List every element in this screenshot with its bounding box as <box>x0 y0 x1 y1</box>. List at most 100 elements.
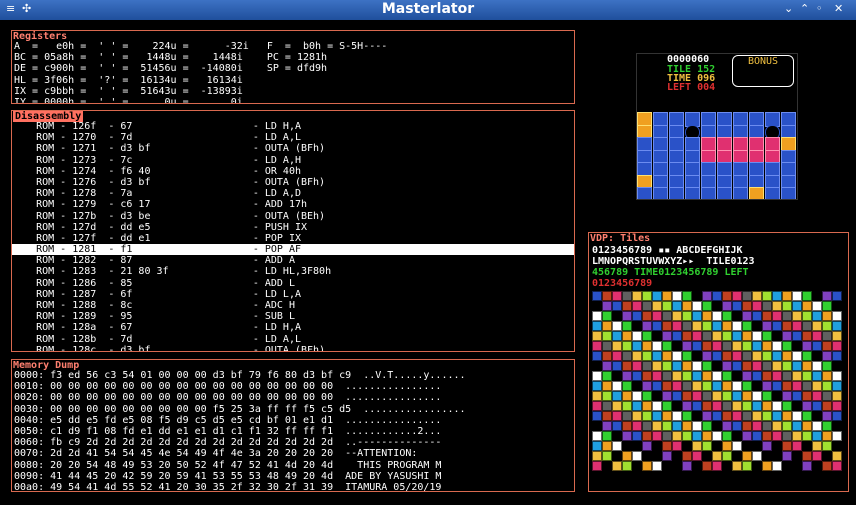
vdp-tile[interactable] <box>752 341 762 351</box>
vdp-tile[interactable] <box>722 391 732 401</box>
vdp-tile[interactable] <box>592 421 602 431</box>
vdp-tile[interactable] <box>612 451 622 461</box>
vdp-tile[interactable] <box>652 331 662 341</box>
vdp-tile[interactable] <box>762 331 772 341</box>
vdp-tile[interactable] <box>682 461 692 471</box>
vdp-tile[interactable] <box>782 441 792 451</box>
vdp-tile[interactable] <box>592 361 602 371</box>
disassembly-panel[interactable]: Disassembly ROM - 126f - 67 - LD H,A ROM… <box>11 110 575 352</box>
vdp-tile[interactable] <box>692 321 702 331</box>
vdp-tile[interactable] <box>682 311 692 321</box>
vdp-tile[interactable] <box>822 431 832 441</box>
vdp-tile[interactable] <box>622 351 632 361</box>
vdp-tile[interactable] <box>662 361 672 371</box>
vdp-tile[interactable] <box>752 321 762 331</box>
vdp-tile[interactable] <box>592 331 602 341</box>
vdp-tile[interactable] <box>792 361 802 371</box>
vdp-tile[interactable] <box>812 451 822 461</box>
memory-row[interactable]: 0000: f3 ed 56 c3 54 01 00 00 00 d3 bf 7… <box>14 370 466 381</box>
vdp-tile[interactable] <box>752 291 762 301</box>
vdp-tile[interactable] <box>622 451 632 461</box>
vdp-tile[interactable] <box>652 391 662 401</box>
vdp-tile[interactable] <box>812 351 822 361</box>
vdp-tile[interactable] <box>692 401 702 411</box>
vdp-tile[interactable] <box>822 421 832 431</box>
vdp-tile[interactable] <box>692 361 702 371</box>
vdp-tile[interactable] <box>702 451 712 461</box>
vdp-tile[interactable] <box>762 321 772 331</box>
vdp-tile[interactable] <box>802 421 812 431</box>
vdp-tile[interactable] <box>632 411 642 421</box>
vdp-tile[interactable] <box>822 411 832 421</box>
vdp-tile[interactable] <box>732 451 742 461</box>
vdp-tile[interactable] <box>722 381 732 391</box>
vdp-tile[interactable] <box>632 431 642 441</box>
vdp-tile[interactable] <box>832 451 842 461</box>
disassembly-row[interactable]: ROM - 1287 - 6f - LD L,A <box>12 289 574 300</box>
vdp-tile[interactable] <box>592 461 602 471</box>
vdp-tile[interactable] <box>752 371 762 381</box>
vdp-tile[interactable] <box>792 331 802 341</box>
vdp-tile[interactable] <box>752 441 762 451</box>
vdp-tile[interactable] <box>722 421 732 431</box>
vdp-tile[interactable] <box>812 301 822 311</box>
vdp-tile[interactable] <box>692 451 702 461</box>
vdp-tile[interactable] <box>822 311 832 321</box>
vdp-tile[interactable] <box>632 321 642 331</box>
vdp-tile[interactable] <box>682 451 692 461</box>
vdp-tile[interactable] <box>822 371 832 381</box>
vdp-tile[interactable] <box>632 331 642 341</box>
vdp-tile[interactable] <box>592 301 602 311</box>
vdp-tile[interactable] <box>732 311 742 321</box>
vdp-tile[interactable] <box>662 371 672 381</box>
memory-row[interactable]: 0020: 00 00 00 00 00 00 00 00 00 00 00 0… <box>14 392 466 403</box>
vdp-tile[interactable] <box>632 461 642 471</box>
vdp-tile[interactable] <box>792 391 802 401</box>
vdp-tile[interactable] <box>812 401 822 411</box>
vdp-tile[interactable] <box>602 291 612 301</box>
vdp-tile[interactable] <box>652 401 662 411</box>
vdp-tile[interactable] <box>742 341 752 351</box>
vdp-tile[interactable] <box>742 351 752 361</box>
vdp-tile[interactable] <box>822 341 832 351</box>
vdp-tile[interactable] <box>622 361 632 371</box>
vdp-tile[interactable] <box>722 351 732 361</box>
vdp-tile[interactable] <box>622 401 632 411</box>
vdp-tile[interactable] <box>752 431 762 441</box>
vdp-tile[interactable] <box>762 431 772 441</box>
vdp-tile[interactable] <box>632 371 642 381</box>
vdp-tile[interactable] <box>642 361 652 371</box>
vdp-tile[interactable] <box>622 421 632 431</box>
vdp-tile[interactable] <box>782 391 792 401</box>
vdp-tile[interactable] <box>712 421 722 431</box>
vdp-tile[interactable] <box>602 331 612 341</box>
vdp-tile[interactable] <box>602 361 612 371</box>
vdp-tile[interactable] <box>722 341 732 351</box>
vdp-tile[interactable] <box>662 391 672 401</box>
disassembly-row[interactable]: ROM - 128b - 7d - LD A,L <box>12 334 574 345</box>
vdp-tile[interactable] <box>732 391 742 401</box>
close-icon[interactable]: ✕ <box>834 2 843 15</box>
disassembly-row[interactable]: ROM - 1282 - 87 - ADD A <box>12 255 574 266</box>
vdp-tile[interactable] <box>832 371 842 381</box>
vdp-tile[interactable] <box>732 441 742 451</box>
vdp-tile[interactable] <box>702 421 712 431</box>
vdp-tile[interactable] <box>682 351 692 361</box>
vdp-tile[interactable] <box>752 381 762 391</box>
vdp-tile[interactable] <box>722 331 732 341</box>
vdp-tile[interactable] <box>712 361 722 371</box>
vdp-tile[interactable] <box>752 411 762 421</box>
vdp-tile[interactable] <box>702 401 712 411</box>
memory-row[interactable]: 0030: 00 00 00 00 00 00 00 00 00 f5 25 3… <box>14 404 466 415</box>
vdp-tile[interactable] <box>622 431 632 441</box>
vdp-tile[interactable] <box>652 381 662 391</box>
vdp-tile[interactable] <box>642 311 652 321</box>
disassembly-row[interactable]: ROM - 1289 - 95 - SUB L <box>12 311 574 322</box>
vdp-tile[interactable] <box>832 431 842 441</box>
vdp-tile[interactable] <box>672 431 682 441</box>
vdp-tile[interactable] <box>802 351 812 361</box>
vdp-tile[interactable] <box>812 361 822 371</box>
vdp-tile[interactable] <box>802 461 812 471</box>
vdp-tile[interactable] <box>792 441 802 451</box>
vdp-tile[interactable] <box>832 361 842 371</box>
